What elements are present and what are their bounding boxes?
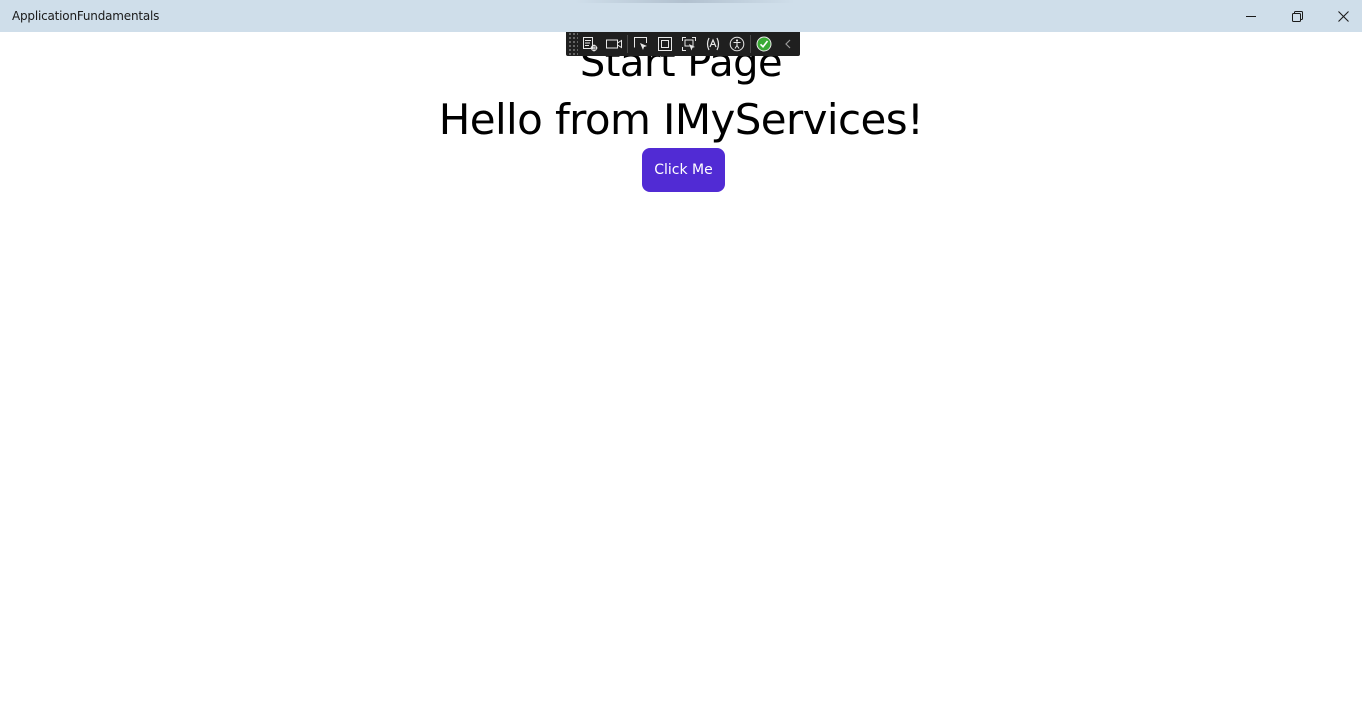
restore-icon	[1291, 10, 1303, 22]
select-element-icon	[634, 37, 647, 50]
hot-reload-status-icon	[756, 36, 772, 52]
collapse-toolbar-button[interactable]	[776, 32, 800, 56]
record-button[interactable]	[602, 32, 626, 56]
track-focus-button[interactable]	[677, 32, 701, 56]
toolbar-separator	[627, 35, 628, 53]
greeting-label: Hello from IMyServices!	[438, 95, 924, 144]
restore-button[interactable]	[1274, 0, 1320, 32]
xaml-dev-toolbar	[566, 32, 800, 56]
toolbar-separator	[750, 35, 751, 53]
collapse-toolbar-icon	[785, 39, 791, 49]
track-focus-icon	[682, 37, 696, 51]
click-me-button[interactable]: Click Me	[642, 148, 725, 192]
binding-failures-icon	[706, 37, 720, 51]
display-layout-adorners-button[interactable]	[653, 32, 677, 56]
display-layout-adorners-icon	[658, 37, 672, 51]
accessibility-checker-button[interactable]	[725, 32, 749, 56]
live-visual-tree-icon	[583, 37, 598, 52]
window-title-bar: ApplicationFundamentals	[0, 0, 1362, 32]
select-element-button[interactable]	[629, 32, 653, 56]
drag-hint	[575, 0, 795, 3]
hot-reload-status-button[interactable]	[752, 32, 776, 56]
close-button[interactable]	[1320, 0, 1362, 32]
binding-failures-button[interactable]	[701, 32, 725, 56]
close-icon	[1337, 10, 1349, 22]
record-icon	[606, 39, 622, 49]
window-title: ApplicationFundamentals	[12, 9, 160, 23]
toolbar-grip-handle[interactable]	[568, 32, 578, 56]
page-content: Start Page Hello from IMyServices! Click…	[0, 32, 1362, 719]
live-visual-tree-button[interactable]	[578, 32, 602, 56]
minimize-button[interactable]	[1228, 0, 1274, 32]
accessibility-icon	[729, 36, 745, 52]
minimize-icon	[1246, 16, 1256, 17]
